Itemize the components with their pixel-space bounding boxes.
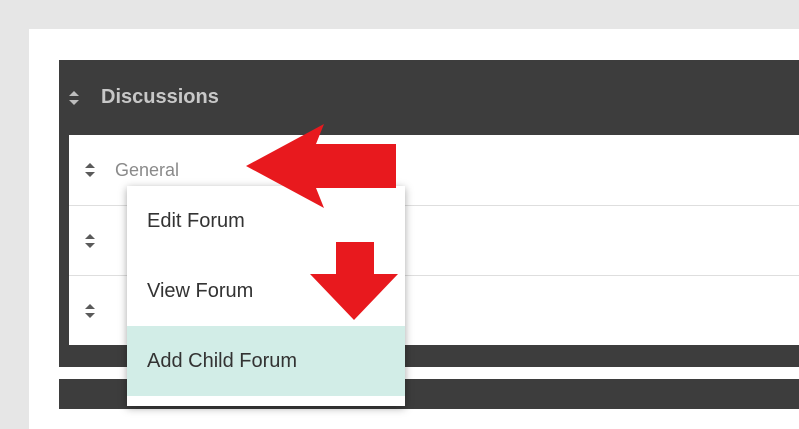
down-arrow-annotation <box>310 242 398 320</box>
sort-handle-icon[interactable] <box>69 90 79 105</box>
sort-handle-icon[interactable] <box>85 233 95 248</box>
left-arrow-annotation <box>246 124 396 208</box>
category-title: Discussions <box>101 86 219 108</box>
forum-name[interactable]: General <box>115 160 179 181</box>
sort-handle-icon[interactable] <box>85 303 95 318</box>
sort-handle-icon[interactable] <box>85 163 95 177</box>
add-child-forum-menu-item[interactable]: Add Child Forum <box>127 326 405 396</box>
category-header[interactable]: Discussions <box>59 60 799 135</box>
